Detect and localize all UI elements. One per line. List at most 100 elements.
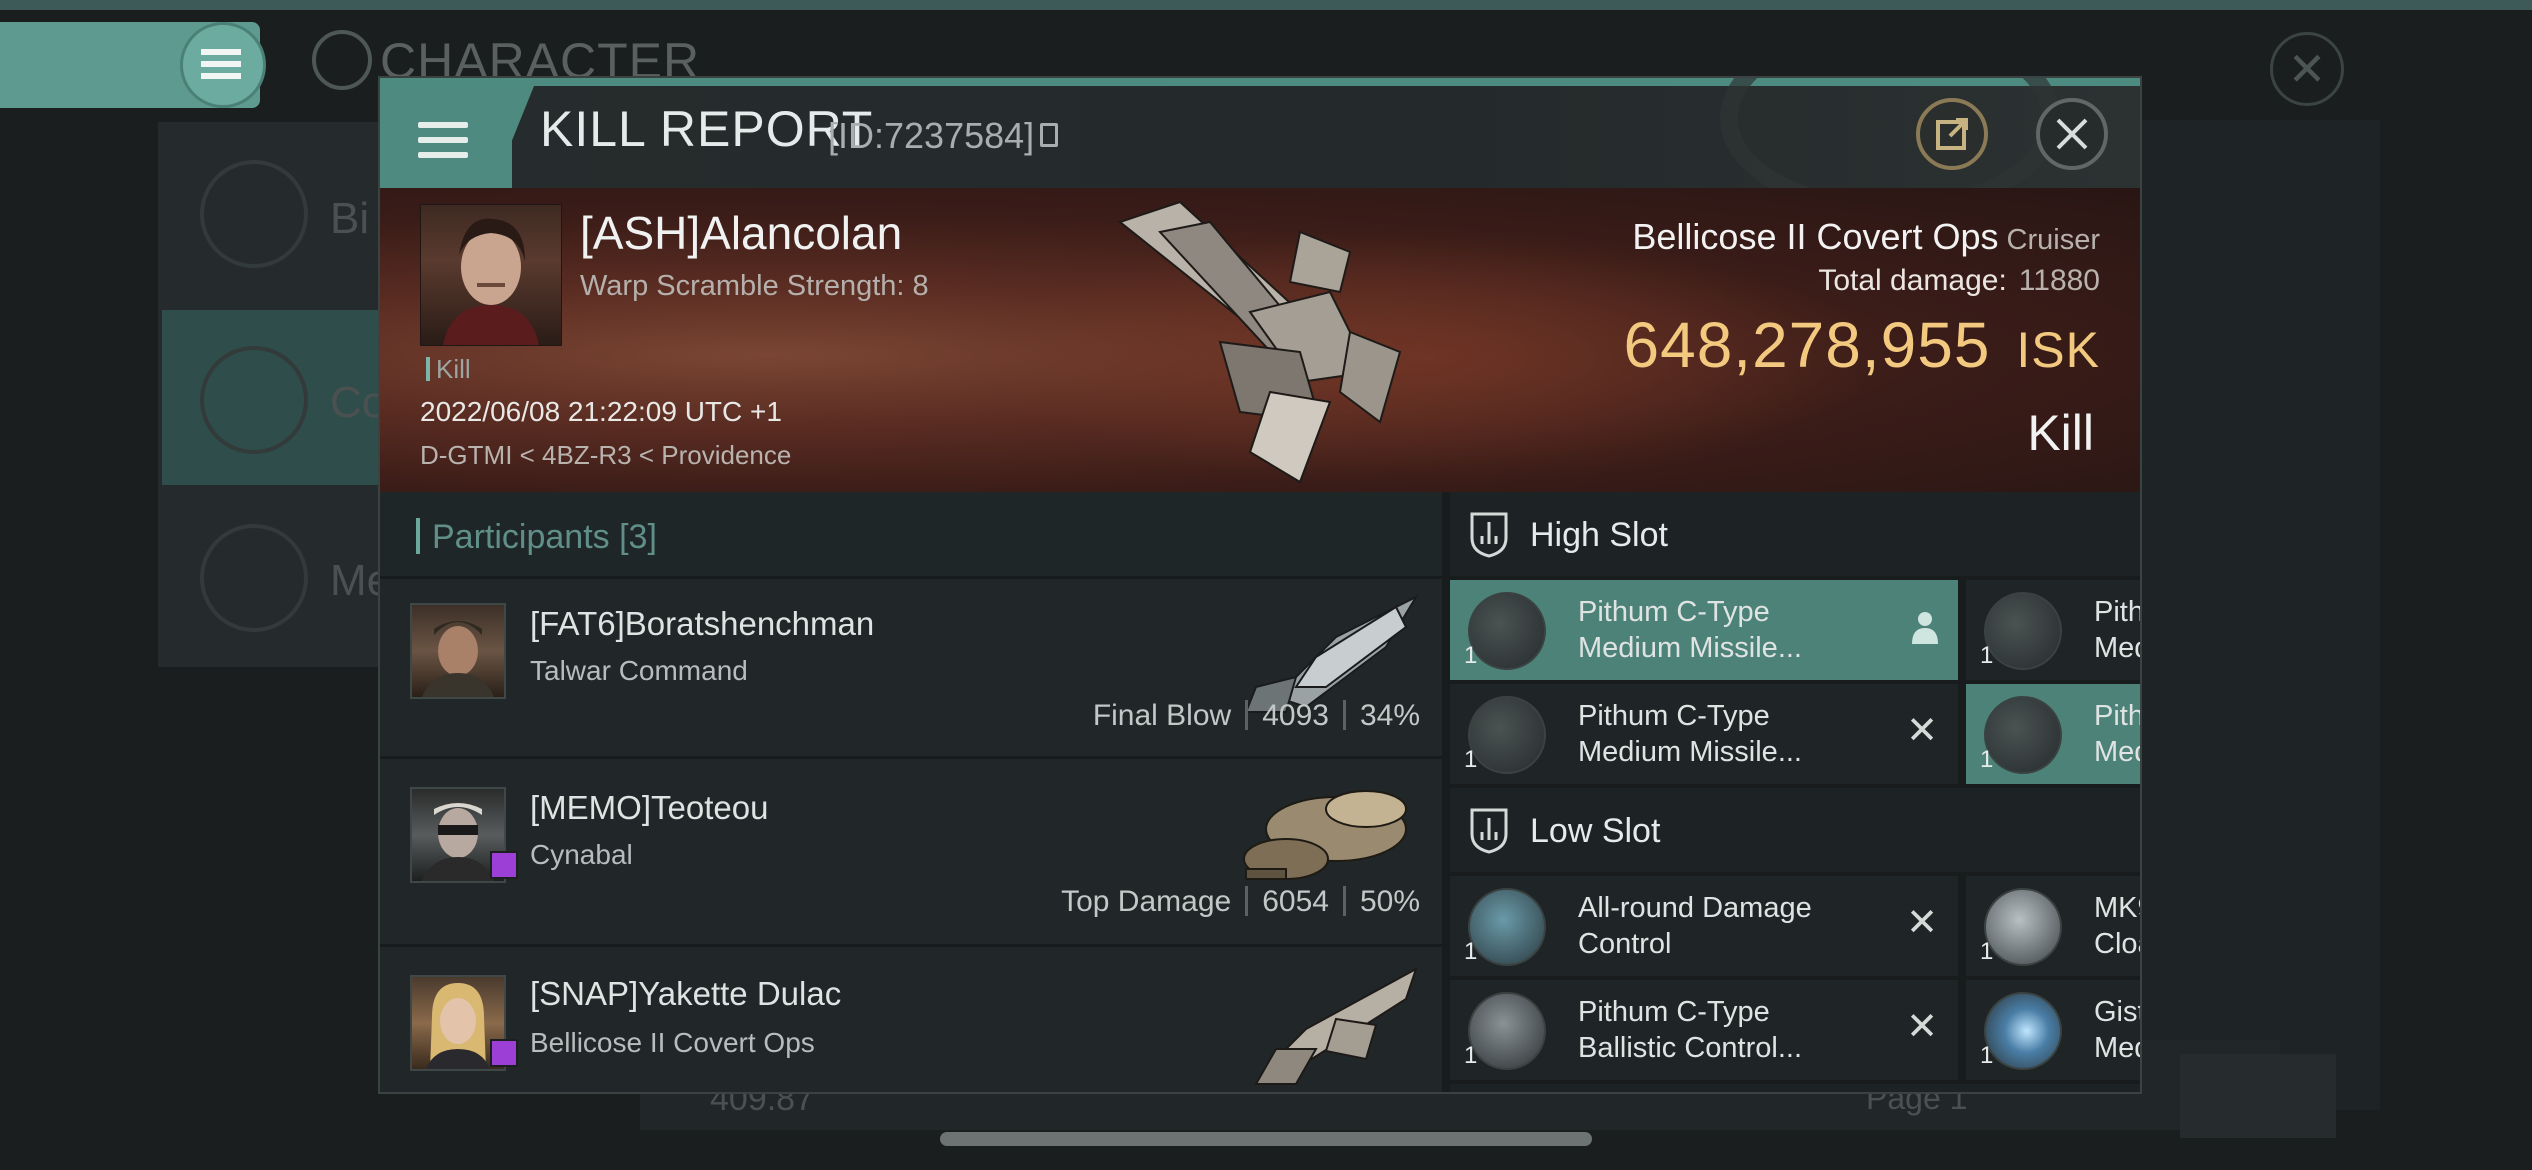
isk-amount: 648,278,955 — [1623, 309, 1991, 381]
share-button[interactable] — [1916, 98, 1988, 170]
victim-name[interactable]: [ASH]Alancolan — [580, 206, 902, 260]
kill-id: [ID:7237584] — [828, 115, 1035, 156]
stat-label: Top Damage — [1061, 885, 1232, 918]
low-slot-icon — [1470, 808, 1508, 854]
kill-datetime: 2022/06/08 21:22:09 UTC +1 — [420, 396, 782, 427]
module-item[interactable]: 1 Pithum C-Type Ballistic Control... ✕ — [1450, 980, 1958, 1080]
module-name-line2: Medium Missile... — [2094, 632, 2140, 664]
participant-avatar — [410, 603, 506, 699]
module-name: Pithum C-Type Medium Missile... — [1578, 594, 1898, 666]
low-slot-label: Low Slot — [1530, 812, 1661, 850]
missile-launcher-icon — [1468, 592, 1546, 670]
filter-button[interactable] — [2180, 1054, 2336, 1138]
destroyed-x-icon: ✕ — [1906, 1006, 1938, 1048]
kill-tag: Kill — [426, 354, 471, 385]
module-item[interactable]: 1 All-round Damage Control ✕ — [1450, 876, 1958, 976]
participants-header: Participants [3] — [380, 492, 1442, 576]
participant-ship-image — [1254, 966, 1418, 1085]
participant-row[interactable]: [FAT6]Boratshenchman Talwar Command Fina… — [380, 576, 1442, 756]
missile-launcher-icon — [1984, 696, 2062, 774]
participant-name: [SNAP]Yakette Dulac — [530, 975, 842, 1012]
missile-launcher-icon — [1984, 592, 2062, 670]
module-name-line1: Gistum C-Type — [2094, 996, 2140, 1028]
participants-panel: Participants [3] [FAT6]Boratshenchman Ta… — [380, 492, 1442, 1092]
kill-result: Kill — [2027, 405, 2094, 461]
victim-ship-name: Bellicose II Covert Ops — [1632, 216, 1999, 257]
dialog-title: KILL REPORT — [540, 101, 874, 157]
module-name-line2: Ballistic Control... — [1578, 1032, 1803, 1064]
isk-value: 648,278,955 ISK — [1624, 308, 2101, 382]
victim-portrait[interactable] — [420, 204, 562, 346]
total-damage-value: 11880 — [2018, 264, 2100, 297]
destroyed-x-icon: ✕ — [1906, 902, 1938, 944]
cloaking-device-icon — [1984, 888, 2062, 966]
module-item[interactable]: 1 Pithum C-TypeMedium Missile... ✕ — [1450, 684, 1958, 784]
participant-ship-image — [1243, 790, 1407, 880]
module-item[interactable]: 1 Pithum C-Type Medium Missile... — [1450, 580, 1958, 680]
participant-row[interactable]: [MEMO]Teoteou Cynabal Top Damage 6054 50% — [380, 756, 1442, 944]
close-button[interactable] — [2036, 98, 2108, 170]
module-item[interactable]: 1 Gistum C-TypeMedium... ✕ — [1966, 980, 2140, 1080]
module-name: Pithum C-Type Medium Missile... — [2094, 594, 2140, 666]
stat-damage: 4093 — [1262, 699, 1329, 732]
high-slot-header: High Slot — [1450, 492, 2140, 576]
mid-slot-header — [1450, 1084, 2140, 1092]
avatar-image — [422, 621, 494, 697]
background-close-icon[interactable]: ✕ — [2270, 32, 2344, 106]
bio-icon — [200, 160, 308, 268]
module-qty: 1 — [1464, 642, 1478, 669]
ballistic-control-icon — [1468, 992, 1546, 1070]
module-name-line1: All-round Damage — [1578, 892, 1812, 924]
stat-damage: 6054 — [1262, 885, 1329, 918]
home-indicator[interactable] — [940, 1132, 1592, 1146]
participant-name: [FAT6]Boratshenchman — [530, 605, 875, 642]
sidebar-label-bio[interactable]: Bi — [330, 194, 369, 244]
participant-ship: Bellicose II Covert Ops — [530, 1027, 815, 1058]
module-item[interactable]: 1 MK9 Covert OpsCloaking Device ✕ — [1966, 876, 2140, 976]
fitting-panel: High Slot 1 Pithum C-Type Medium Missile.… — [1450, 492, 2140, 1092]
module-item[interactable]: 1 Pithum C-TypeMedium Missile... ✕ — [1966, 580, 2140, 680]
total-damage: Total damage: 11880 — [1818, 264, 2100, 298]
module-item[interactable]: 1 Pithum C-Type Medium Missile... — [1966, 684, 2140, 784]
module-name-line1: Pithum C-Type — [2094, 596, 2140, 628]
module-name: Pithum C-Type Medium Missile... — [1578, 698, 1898, 770]
kill-report-dialog: KILL REPORT [ID:7237584] [ASH]Alancolan … — [378, 76, 2142, 1094]
hamburger-icon — [201, 49, 241, 79]
hamburger-icon — [418, 122, 468, 167]
copy-icon[interactable] — [1040, 123, 1058, 147]
module-name-line1: Pithum C-Type — [1578, 700, 1770, 732]
participant-stats: Top Damage 6054 50% — [1061, 885, 1420, 919]
victim-avatar-image — [443, 218, 539, 345]
dropped-person-icon — [1912, 612, 1938, 644]
participant-row[interactable]: [SNAP]Yakette Dulac Bellicose II Covert … — [380, 944, 1442, 1092]
stat-percent: 34% — [1359, 699, 1420, 732]
high-slot-label: High Slot — [1530, 516, 1668, 554]
victim-banner: [ASH]Alancolan Warp Scramble Strength: 8… — [380, 188, 2140, 492]
module-name-line1: Pithum C-Type — [1578, 996, 1770, 1028]
module-qty: 1 — [1464, 1042, 1478, 1069]
victim-ship-image — [1117, 200, 1402, 484]
afterburner-icon — [1984, 992, 2062, 1070]
module-name: Pithum C-Type Medium Missile... — [2094, 698, 2140, 770]
corp-badge — [490, 851, 518, 879]
participant-ship: Talwar Command — [530, 655, 748, 686]
background-menu-button[interactable] — [180, 22, 266, 108]
participants-count: [3] — [619, 518, 657, 556]
module-qty: 1 — [1980, 746, 1994, 773]
victim-ship[interactable]: Bellicose II Covert Ops Cruiser — [1632, 216, 2100, 258]
module-name-line2: Control — [1578, 928, 1672, 960]
module-qty: 1 — [1464, 746, 1478, 773]
isk-unit: ISK — [2016, 322, 2100, 378]
participant-ship: Cynabal — [530, 839, 633, 870]
damage-control-icon — [1468, 888, 1546, 966]
stat-label: Final Blow — [1092, 699, 1232, 732]
kill-location[interactable]: D-GTMI < 4BZ-R3 < Providence — [420, 440, 791, 471]
module-name-line2: Medium Missile... — [1578, 632, 1802, 664]
top-edge-bar — [0, 0, 2532, 10]
module-name-line1: Pithum C-Type — [1578, 596, 1770, 628]
missile-launcher-icon — [1468, 696, 1546, 774]
close-icon — [2056, 118, 2088, 150]
participants-title: Participants [3] — [432, 518, 657, 557]
module-name-line2: Cloaking Device — [2094, 928, 2140, 960]
menu-button[interactable] — [380, 86, 512, 188]
